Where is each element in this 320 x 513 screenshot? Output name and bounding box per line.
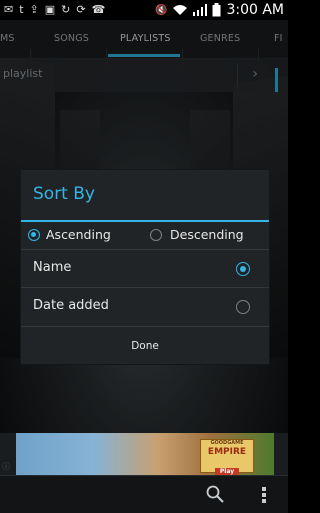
ad-play-button[interactable]: Play	[214, 468, 240, 475]
sort-option-name[interactable]: Name	[21, 249, 269, 288]
clock: 3:00 AM	[226, 2, 284, 18]
bottom-action-bar	[0, 475, 288, 513]
radio-date-added[interactable]	[236, 300, 250, 314]
radio-ascending[interactable]	[28, 229, 40, 241]
ad-image[interactable]: GOODGAME EMPIRE Play	[16, 433, 274, 475]
missed-call-icon: ☎	[91, 3, 106, 16]
ascending-option[interactable]: Ascending	[27, 226, 137, 250]
ascending-label: Ascending	[46, 227, 111, 242]
title-divider	[21, 220, 269, 222]
date-added-label: Date added	[33, 298, 109, 313]
radio-name[interactable]	[236, 262, 250, 276]
mail-icon: ✉	[4, 3, 14, 16]
ad-logo: GOODGAME EMPIRE Play	[200, 439, 254, 475]
ad-banner[interactable]: ⓘ GOODGAME EMPIRE Play	[0, 433, 288, 475]
sync-icon: ⟳	[76, 3, 86, 16]
refresh-icon: ↻	[61, 3, 71, 16]
dialog-title: Sort By	[33, 184, 95, 204]
overflow-menu-icon[interactable]	[261, 486, 267, 504]
mute-icon: 🔇	[155, 4, 168, 16]
search-icon[interactable]	[206, 485, 224, 503]
done-button[interactable]: Done	[21, 326, 269, 365]
descending-option[interactable]: Descending	[149, 226, 264, 250]
sort-option-date-added[interactable]: Date added	[21, 287, 269, 326]
wifi-icon	[173, 5, 188, 15]
radio-descending[interactable]	[150, 229, 162, 241]
signal-icon	[193, 4, 208, 16]
descending-label: Descending	[170, 227, 244, 242]
upload-icon: ⇪	[29, 3, 39, 16]
battery-icon	[212, 3, 221, 17]
name-label: Name	[33, 260, 72, 275]
sort-by-dialog: Sort By Ascending Descending Name Date a…	[20, 169, 270, 365]
ad-info-icon[interactable]: ⓘ	[2, 461, 10, 472]
twitter-icon: t	[19, 3, 24, 16]
status-bar: ✉ t ⇪ ▣ ↻ ⟳ ☎ 🔇 3:00 AM	[0, 0, 288, 20]
notification-icons: ✉ t ⇪ ▣ ↻ ⟳ ☎	[4, 3, 105, 16]
bag-icon: ▣	[44, 3, 56, 16]
